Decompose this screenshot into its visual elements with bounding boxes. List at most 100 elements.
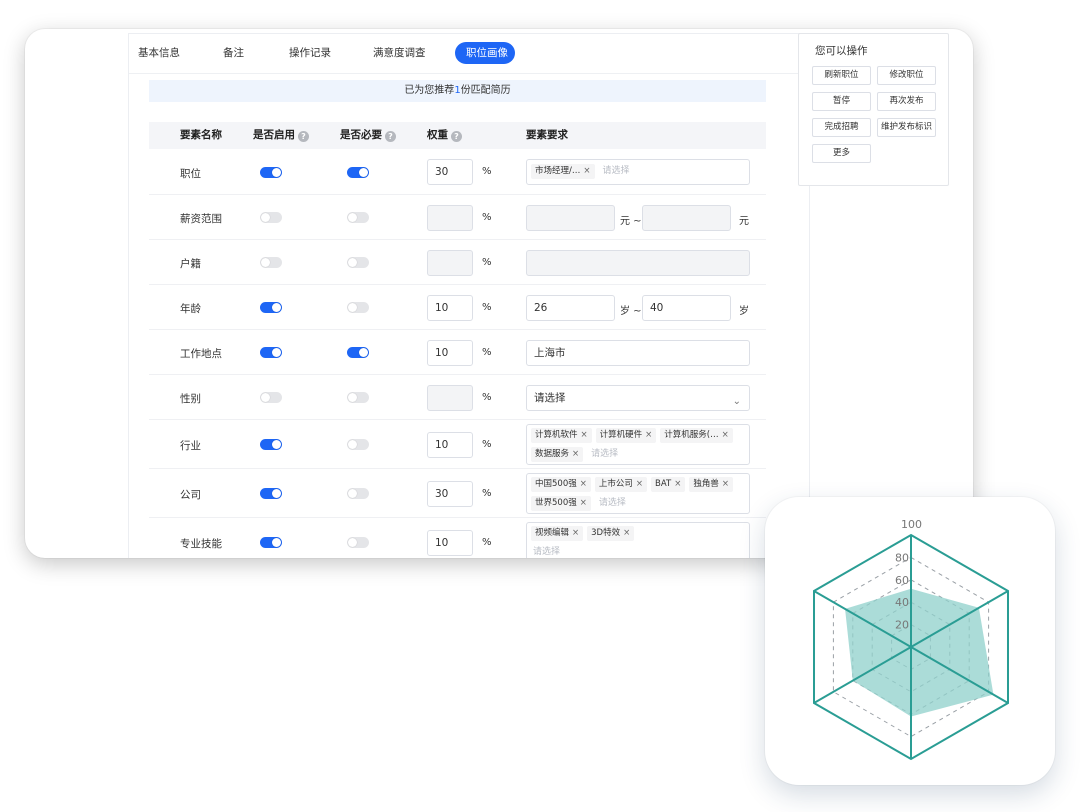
hukou-input[interactable] [526, 250, 750, 276]
weight-input[interactable] [427, 250, 473, 276]
republish-button[interactable]: 再次发布 [877, 92, 936, 111]
more-button[interactable]: 更多 [812, 144, 871, 163]
toggle-knob [261, 393, 270, 402]
salary-min-input[interactable] [526, 205, 615, 231]
salary-max-input[interactable] [642, 205, 731, 231]
required-toggle[interactable] [347, 392, 369, 403]
toggle-knob [272, 440, 281, 449]
tag-label: 视频编辑 [535, 528, 570, 538]
required-toggle[interactable] [347, 212, 369, 223]
tab-operation-log[interactable]: 操作记录 [289, 42, 331, 64]
close-icon[interactable]: × [674, 479, 681, 489]
table-row: 专业技能 10 % 视频编辑 × 3D特效 × 请选择 [149, 518, 766, 558]
required-toggle[interactable] [347, 488, 369, 499]
radar-scale-label: 100 [901, 518, 922, 531]
close-icon[interactable]: × [636, 479, 643, 489]
col-weight: 权重? [427, 122, 462, 149]
enabled-toggle[interactable] [260, 212, 282, 223]
row-name: 行业 [180, 440, 201, 452]
enabled-toggle[interactable] [260, 167, 282, 178]
position-select[interactable]: 市场经理/… × 请选择 [526, 159, 750, 185]
close-icon[interactable]: × [623, 528, 630, 538]
weight-input[interactable]: 10 [427, 432, 473, 458]
close-icon[interactable]: × [583, 166, 590, 176]
weight-input[interactable]: 30 [427, 159, 473, 185]
skills-select[interactable]: 视频编辑 × 3D特效 × 请选择 [526, 522, 750, 558]
weight-input[interactable] [427, 205, 473, 231]
percent-label: % [482, 212, 492, 223]
tag-label: BAT [655, 479, 672, 489]
tag-label: 计算机硬件 [599, 430, 643, 440]
toggle-knob [272, 168, 281, 177]
tab-notes[interactable]: 备注 [223, 42, 244, 64]
company-select[interactable]: 中国500强 × 上市公司 × BAT × 独角兽 × 世界500强 × 请选择 [526, 473, 750, 514]
enabled-toggle[interactable] [260, 488, 282, 499]
help-icon[interactable]: ? [451, 131, 462, 142]
tag: 视频编辑 × [531, 526, 584, 541]
app-window: 基本信息 备注 操作记录 满意度调查 职位画像 已为您推荐1份匹配简历 要素名称… [25, 29, 973, 558]
help-icon[interactable]: ? [298, 131, 309, 142]
required-toggle[interactable] [347, 302, 369, 313]
tab-basic-info[interactable]: 基本信息 [138, 42, 180, 64]
help-icon[interactable]: ? [385, 131, 396, 142]
close-icon[interactable]: × [580, 498, 587, 508]
required-toggle[interactable] [347, 257, 369, 268]
close-icon[interactable]: × [572, 528, 579, 538]
required-toggle[interactable] [347, 347, 369, 358]
refresh-job-button[interactable]: 刷新职位 [812, 66, 871, 85]
toggle-knob [348, 258, 357, 267]
age-min-input[interactable]: 26 [526, 295, 615, 321]
weight-input[interactable]: 10 [427, 340, 473, 366]
toggle-knob [348, 538, 357, 547]
work-location-input[interactable]: 上海市 [526, 340, 750, 366]
tag-line: 市场经理/… × 请选择 [531, 164, 745, 183]
row-name: 户籍 [180, 258, 201, 270]
required-toggle[interactable] [347, 537, 369, 548]
close-icon[interactable]: × [581, 430, 588, 440]
tag-line: 中国500强 × 上市公司 × BAT × 独角兽 × [531, 477, 745, 496]
col-required-label: 是否必要 [340, 129, 382, 141]
weight-input[interactable]: 10 [427, 295, 473, 321]
close-icon[interactable]: × [645, 430, 652, 440]
close-icon[interactable]: × [722, 479, 729, 489]
enabled-toggle[interactable] [260, 392, 282, 403]
maintain-publish-tag-button[interactable]: 维护发布标识 [877, 118, 936, 137]
age-max-input[interactable]: 40 [642, 295, 731, 321]
required-toggle[interactable] [347, 167, 369, 178]
weight-input[interactable] [427, 385, 473, 411]
table-row: 公司 30 % 中国500强 × 上市公司 × BAT × 独角兽 × 世界500强 × 请选择 [149, 469, 766, 518]
enabled-toggle[interactable] [260, 257, 282, 268]
tag: BAT × [651, 477, 686, 492]
enabled-toggle[interactable] [260, 537, 282, 548]
tab-satisfaction-survey[interactable]: 满意度调查 [373, 42, 426, 64]
complete-hiring-button[interactable]: 完成招聘 [812, 118, 871, 137]
enabled-toggle[interactable] [260, 302, 282, 313]
tag: 上市公司 × [594, 477, 647, 492]
radar-scale-label: 20 [895, 619, 909, 632]
required-toggle[interactable] [347, 439, 369, 450]
close-icon[interactable]: × [572, 449, 579, 459]
pause-button[interactable]: 暂停 [812, 92, 871, 111]
weight-input[interactable]: 10 [427, 530, 473, 556]
close-icon[interactable]: × [722, 430, 729, 440]
enabled-toggle[interactable] [260, 439, 282, 450]
select-value: 请选择 [534, 392, 566, 404]
weight-input[interactable]: 30 [427, 481, 473, 507]
tag-line: 视频编辑 × 3D特效 × [531, 526, 745, 545]
table-row: 年龄 10 % 26 岁 ~ 40 岁 [149, 285, 766, 330]
tab-bar: 基本信息 备注 操作记录 满意度调查 职位画像 [129, 34, 809, 74]
tag: 中国500强 × [531, 477, 591, 492]
edit-job-button[interactable]: 修改职位 [877, 66, 936, 85]
industry-select[interactable]: 计算机软件 × 计算机硬件 × 计算机服务(… × 数据服务 × 请选择 [526, 424, 750, 465]
toggle-knob [261, 213, 270, 222]
row-name: 性别 [180, 393, 201, 405]
banner-suffix: 份匹配简历 [460, 85, 511, 96]
tag-line: 请选择 [531, 545, 745, 558]
enabled-toggle[interactable] [260, 347, 282, 358]
gender-select[interactable]: 请选择 ⌄ [526, 385, 750, 411]
select-placeholder: 请选择 [533, 547, 561, 557]
tag-label: 市场经理/… [535, 166, 581, 176]
tab-job-profile[interactable]: 职位画像 [455, 42, 515, 64]
tag: 计算机硬件 × [595, 428, 657, 443]
close-icon[interactable]: × [580, 479, 587, 489]
